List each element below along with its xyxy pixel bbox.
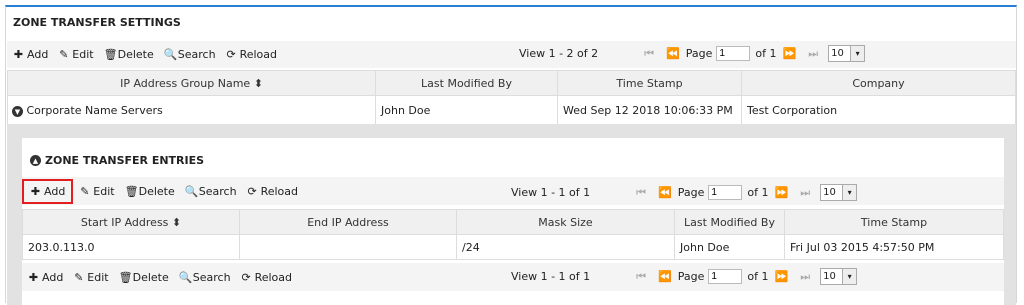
last-page-icon[interactable]: ⏭	[800, 186, 810, 200]
zone-transfer-entries-panel: ▲ ZONE TRANSFER ENTRIES ✚ Add ✎ Edit 🗑 Dele…	[22, 138, 1004, 305]
reload-entry-bottom-button[interactable]: ⟳ Reload	[241, 271, 292, 284]
add-entry-bottom-button[interactable]: ✚ Add	[28, 271, 63, 284]
prev-page-icon[interactable]: ⏪	[658, 270, 672, 283]
page-input[interactable]	[708, 185, 743, 200]
per-page-select[interactable]: 10 ▾	[820, 184, 858, 201]
prev-page-icon[interactable]: ⏪	[666, 47, 680, 60]
col-time-stamp[interactable]: Time Stamp	[557, 70, 742, 96]
subgrid-container: ▲ ZONE TRANSFER ENTRIES ✚ Add ✎ Edit 🗑 Dele…	[7, 124, 1016, 305]
col-start-ip[interactable]: Start IP Address ⬍	[22, 209, 240, 235]
chevron-down-icon: ▾	[850, 46, 865, 61]
collapse-icon[interactable]: ▲	[30, 155, 41, 166]
page-of: of 1	[747, 270, 769, 283]
reload-button[interactable]: ⟳ Reload	[226, 48, 277, 61]
plus-icon: ✚	[13, 48, 24, 61]
next-page-icon[interactable]: ⏩	[783, 47, 797, 60]
next-page-icon[interactable]: ⏩	[775, 270, 789, 283]
delete-entry-button[interactable]: 🗑 Delete	[125, 185, 175, 198]
search-icon: 🔍	[163, 48, 178, 61]
view-count: View 1 - 1 of 1	[511, 270, 591, 283]
page-input[interactable]	[708, 269, 743, 284]
last-page-icon[interactable]: ⏭	[808, 47, 818, 61]
trash-icon: 🗑	[118, 270, 133, 284]
reload-icon: ⟳	[247, 184, 257, 198]
table-row[interactable]: 203.0.113.0 /24 John Doe Fri Jul 03 2015…	[22, 234, 1004, 260]
page-label: Page	[677, 186, 705, 199]
reload-icon: ⟳	[226, 48, 236, 61]
search-button[interactable]: 🔍 Search	[164, 48, 216, 61]
next-page-icon[interactable]: ⏩	[775, 186, 789, 199]
chevron-down-icon: ▾	[842, 269, 857, 284]
expand-icon[interactable]: ▼	[12, 106, 23, 118]
table-row[interactable]: ▼ Corporate Name Servers John Doe Wed Se…	[7, 95, 1016, 126]
panel-title: ZONE TRANSFER SETTINGS	[13, 16, 181, 29]
sort-icon: ⬍	[253, 76, 263, 90]
entries-table: Start IP Address ⬍ End IP Address Mask S…	[22, 209, 1004, 260]
plus-icon: ✚	[28, 270, 39, 284]
entries-bottom-pager: View 1 - 1 of 1 ⏮ ⏪ Page of 1 ⏩ ⏭ 10▾	[511, 268, 858, 285]
page-label: Page	[685, 47, 713, 60]
edit-button[interactable]: ✎ Edit	[58, 48, 93, 61]
zone-transfer-settings-panel: ZONE TRANSFER SETTINGS ✚ Add ✎ Edit 🗑 Delet…	[5, 5, 1017, 305]
prev-page-icon[interactable]: ⏪	[658, 186, 672, 199]
first-page-icon[interactable]: ⏮	[644, 47, 654, 61]
last-page-icon[interactable]: ⏭	[800, 270, 810, 284]
search-entry-button[interactable]: 🔍 Search	[185, 185, 237, 198]
col-time-stamp[interactable]: Time Stamp	[784, 209, 1004, 235]
reload-entry-button[interactable]: ⟳ Reload	[247, 185, 298, 198]
per-page-select[interactable]: 10 ▾	[820, 268, 858, 285]
settings-pager: View 1 - 2 of 2 ⏮ ⏪ Page of 1 ⏩ ⏭ 10▾	[519, 45, 866, 62]
search-entry-bottom-button[interactable]: 🔍 Search	[179, 271, 231, 284]
search-icon: 🔍	[184, 184, 199, 198]
col-last-modified[interactable]: Last Modified By	[375, 70, 558, 96]
chevron-down-icon: ▾	[842, 185, 857, 200]
first-page-icon[interactable]: ⏮	[636, 186, 646, 200]
edit-entry-button[interactable]: ✎ Edit	[79, 185, 114, 198]
pencil-icon: ✎	[80, 184, 90, 198]
first-page-icon[interactable]: ⏮	[636, 270, 646, 284]
page-of: of 1	[747, 186, 769, 199]
per-page-select[interactable]: 10 ▾	[828, 45, 866, 62]
view-count: View 1 - 1 of 1	[511, 186, 591, 199]
add-button[interactable]: ✚ Add	[13, 48, 48, 61]
col-end-ip[interactable]: End IP Address	[239, 209, 457, 235]
delete-entry-bottom-button[interactable]: 🗑 Delete	[119, 271, 169, 284]
col-mask-size[interactable]: Mask Size	[456, 209, 675, 235]
col-company[interactable]: Company	[741, 70, 1016, 96]
page-input[interactable]	[716, 46, 751, 61]
trash-icon: 🗑	[124, 184, 139, 198]
view-count: View 1 - 2 of 2	[519, 47, 599, 60]
inner-panel-title: ▲ ZONE TRANSFER ENTRIES	[30, 154, 204, 167]
sort-icon: ⬍	[171, 215, 182, 229]
delete-button[interactable]: 🗑 Delete	[104, 48, 154, 61]
page-label: Page	[677, 270, 705, 283]
edit-entry-bottom-button[interactable]: ✎ Edit	[73, 271, 108, 284]
trash-icon: 🗑	[103, 48, 118, 61]
col-last-modified[interactable]: Last Modified By	[674, 209, 785, 235]
pencil-icon: ✎	[74, 270, 84, 284]
search-icon: 🔍	[178, 270, 193, 284]
entries-pager: View 1 - 1 of 1 ⏮ ⏪ Page of 1 ⏩ ⏭ 10▾	[511, 184, 858, 201]
add-entry-button[interactable]: ✚ Add	[22, 178, 74, 204]
page-of: of 1	[755, 47, 777, 60]
ip-group-table: IP Address Group Name ⬍ Last Modified By…	[7, 70, 1016, 126]
col-ip-group-name[interactable]: IP Address Group Name ⬍	[7, 70, 376, 96]
pencil-icon: ✎	[59, 48, 69, 61]
reload-icon: ⟳	[241, 270, 251, 284]
plus-icon: ✚	[30, 184, 41, 198]
